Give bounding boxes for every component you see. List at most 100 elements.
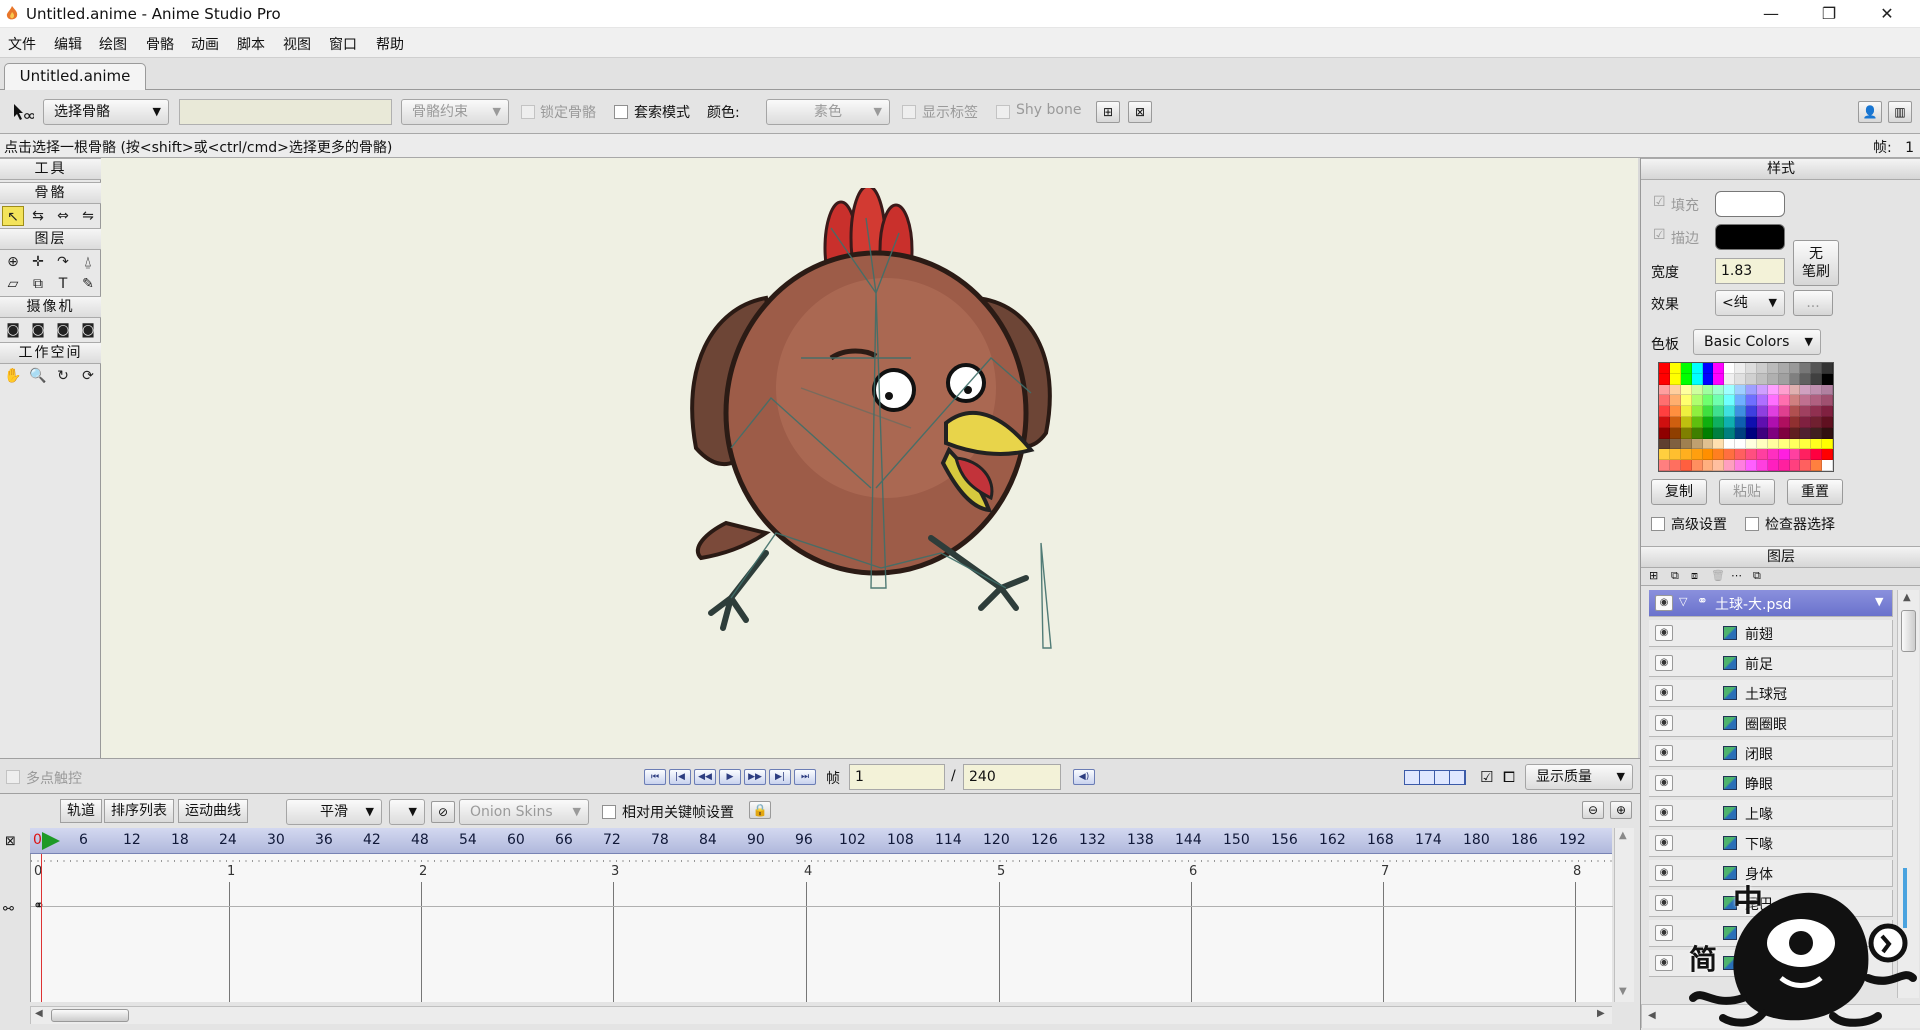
- palette-swatch[interactable]: [1746, 384, 1757, 396]
- menu-bone[interactable]: 骨骼: [146, 34, 174, 54]
- close-button[interactable]: ✕: [1858, 0, 1916, 28]
- palette-swatch[interactable]: [1713, 406, 1725, 417]
- palette-swatch[interactable]: [1713, 417, 1725, 428]
- delete-layer-icon[interactable]: 🗑: [1711, 569, 1725, 582]
- camera-zoom-icon[interactable]: ◙: [27, 320, 49, 340]
- palette-swatch[interactable]: [1822, 427, 1833, 439]
- palette-swatch[interactable]: [1724, 417, 1736, 428]
- palette-swatch[interactable]: [1669, 395, 1681, 407]
- palette-swatch[interactable]: [1800, 406, 1812, 417]
- bone-color-dropdown[interactable]: 素色 ▼: [766, 99, 890, 125]
- keyframe-options-dropdown[interactable]: ▼: [389, 799, 425, 825]
- palette-swatch[interactable]: [1713, 373, 1725, 385]
- bone-action-b-icon[interactable]: ⊠: [1128, 101, 1152, 123]
- palette-swatch[interactable]: [1691, 460, 1703, 471]
- palette-swatch[interactable]: [1811, 373, 1823, 385]
- palette-swatch[interactable]: [1756, 363, 1768, 374]
- palette-swatch[interactable]: [1691, 417, 1703, 428]
- palette-swatch[interactable]: [1713, 460, 1725, 471]
- palette-swatch[interactable]: [1669, 363, 1681, 374]
- palette-swatch[interactable]: [1811, 363, 1823, 374]
- palette-swatch[interactable]: [1789, 363, 1801, 374]
- effect-more-button[interactable]: ...: [1793, 290, 1833, 316]
- palette-swatch[interactable]: [1691, 449, 1703, 461]
- palette-swatch[interactable]: [1767, 417, 1779, 428]
- palette-swatch[interactable]: [1702, 384, 1714, 396]
- timeline-horizontal-scrollbar[interactable]: ◀ ▶: [30, 1006, 1612, 1024]
- duplicate-layer-icon[interactable]: ⧉: [1671, 569, 1679, 583]
- palette-swatch[interactable]: [1822, 438, 1833, 450]
- stroke-color-swatch[interactable]: [1715, 224, 1785, 250]
- select-bone-dropdown[interactable]: 选择骨骼 ▼: [43, 99, 169, 125]
- palette-swatch[interactable]: [1691, 384, 1703, 396]
- palette-swatch[interactable]: [1691, 427, 1703, 439]
- palette-swatch[interactable]: [1680, 460, 1692, 471]
- palette-swatch[interactable]: [1735, 363, 1746, 374]
- palette-swatch[interactable]: [1713, 449, 1725, 461]
- palette-swatch[interactable]: [1811, 427, 1823, 439]
- palette-swatch[interactable]: [1789, 384, 1801, 396]
- translate-bone-icon[interactable]: ⇆: [27, 206, 49, 226]
- interpolation-dropdown[interactable]: 平滑 ▼: [286, 799, 382, 825]
- palette-swatch[interactable]: [1789, 427, 1801, 439]
- menu-window[interactable]: 窗口: [329, 34, 357, 54]
- palette-swatch[interactable]: [1680, 395, 1692, 407]
- visibility-icon[interactable]: ◉: [1655, 625, 1673, 641]
- palette-swatch[interactable]: [1789, 460, 1801, 471]
- layer-row[interactable]: ◉ 闭眼: [1649, 740, 1893, 767]
- layer-settings-icon[interactable]: ⋯: [1731, 569, 1742, 582]
- visibility-icon[interactable]: ◉: [1655, 925, 1673, 941]
- palette-swatch[interactable]: [1669, 406, 1681, 417]
- lasso-mode-checkbox[interactable]: [614, 105, 628, 119]
- menu-edit[interactable]: 编辑: [54, 34, 82, 54]
- palette-swatch[interactable]: [1702, 427, 1714, 439]
- tab-sequencer[interactable]: 排序列表: [104, 799, 174, 823]
- palette-swatch[interactable]: [1680, 384, 1692, 396]
- palette-swatch[interactable]: [1680, 406, 1692, 417]
- palette-swatch[interactable]: [1822, 406, 1833, 417]
- show-label-checkbox[interactable]: [902, 105, 916, 119]
- palette-swatch[interactable]: [1691, 438, 1703, 450]
- palette-swatch[interactable]: [1756, 417, 1768, 428]
- palette-swatch[interactable]: [1800, 449, 1812, 461]
- chevron-down-icon[interactable]: ▼: [1875, 595, 1883, 608]
- palette-swatch[interactable]: [1746, 406, 1757, 417]
- visibility-icon[interactable]: ◉: [1655, 715, 1673, 731]
- collapse-icon[interactable]: ⊠: [5, 834, 16, 849]
- palette-swatch[interactable]: [1811, 449, 1823, 461]
- rotate-workspace-icon[interactable]: ↻: [52, 366, 74, 386]
- rewind-to-start-icon[interactable]: ⏮: [644, 769, 666, 785]
- translate-layer-icon[interactable]: ✛: [27, 252, 49, 272]
- visibility-icon[interactable]: ◉: [1655, 955, 1673, 971]
- playhead-marker-icon[interactable]: [40, 831, 62, 851]
- palette-swatch[interactable]: [1778, 384, 1790, 396]
- palette-swatch[interactable]: [1789, 417, 1801, 428]
- layer-row[interactable]: ◉ 土球冠: [1649, 680, 1893, 707]
- palette-swatch[interactable]: [1659, 406, 1670, 417]
- palette-swatch[interactable]: [1702, 363, 1714, 374]
- set-origin-icon[interactable]: ⊕: [2, 252, 24, 272]
- layer-row[interactable]: ◉ 上喙: [1649, 800, 1893, 827]
- palette-swatch[interactable]: [1756, 427, 1768, 439]
- display-quality-dropdown[interactable]: 显示质量 ▼: [1525, 764, 1633, 790]
- zoom-icon[interactable]: 🔍: [27, 366, 49, 386]
- palette-swatch[interactable]: [1811, 406, 1823, 417]
- palette-swatch[interactable]: [1669, 427, 1681, 439]
- copy-layer-icon[interactable]: ⧈: [1691, 569, 1698, 583]
- person-icon[interactable]: 👤: [1858, 101, 1882, 123]
- palette-swatch[interactable]: [1756, 449, 1768, 461]
- cycle-icon[interactable]: ⊘: [431, 801, 455, 823]
- palette-swatch[interactable]: [1702, 395, 1714, 407]
- reset-button[interactable]: 重置: [1787, 479, 1843, 505]
- step-forward-icon[interactable]: ▶▶: [744, 769, 766, 785]
- previous-keyframe-icon[interactable]: |◀: [669, 769, 691, 785]
- palette-swatch[interactable]: [1767, 395, 1779, 407]
- palette-swatch[interactable]: [1822, 373, 1833, 385]
- palette-swatch[interactable]: [1659, 384, 1670, 396]
- orbit-workspace-icon[interactable]: ⟳: [77, 366, 99, 386]
- palette-swatch[interactable]: [1778, 460, 1790, 471]
- palette-swatch[interactable]: [1767, 384, 1779, 396]
- visibility-icon[interactable]: ◉: [1655, 805, 1673, 821]
- palette-swatch[interactable]: [1822, 395, 1833, 407]
- palette-swatch[interactable]: [1724, 460, 1736, 471]
